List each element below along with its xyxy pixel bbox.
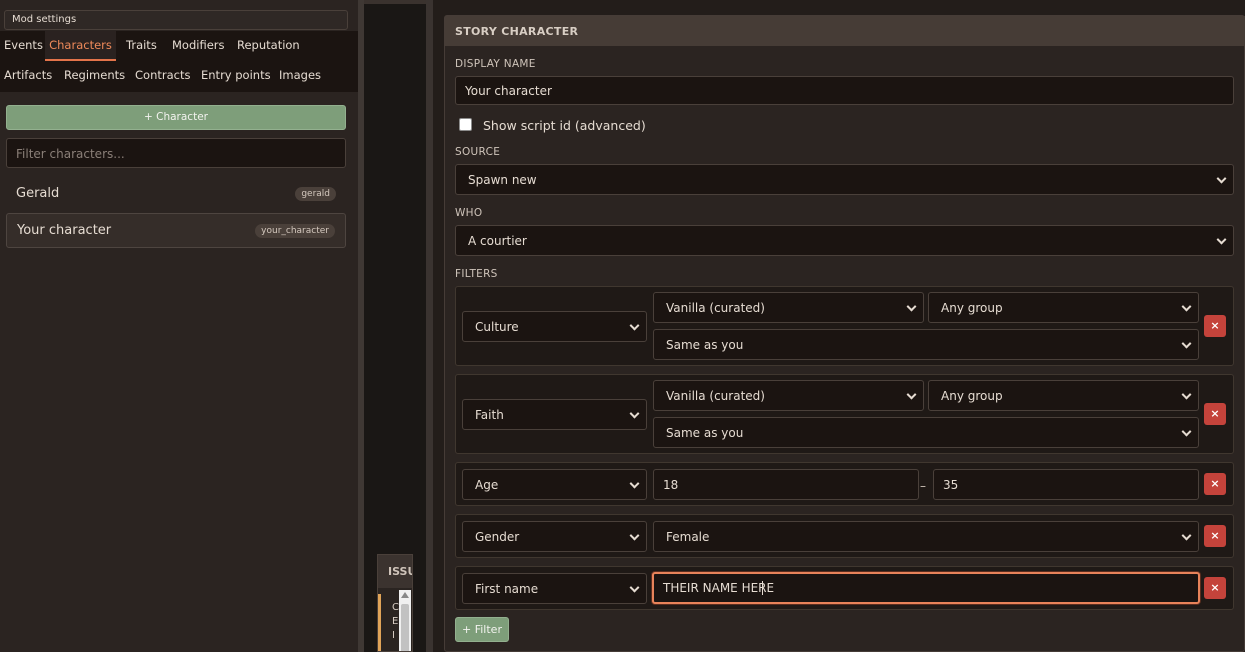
source-value: Spawn new (468, 172, 537, 187)
age-min-input[interactable]: 18 (653, 469, 919, 500)
gender-value: Female (666, 529, 710, 544)
character-name: Your character (17, 223, 112, 238)
text-cursor (762, 581, 763, 595)
who-value: A courtier (468, 233, 527, 248)
show-script-id-checkbox[interactable] (459, 118, 472, 131)
scroll-up-icon[interactable] (401, 592, 409, 598)
character-id-badge: gerald (295, 187, 336, 201)
filter-type-select[interactable]: Culture (462, 311, 647, 342)
faith-relation-select[interactable]: Same as you (653, 417, 1199, 448)
chevron-down-icon (906, 389, 917, 400)
filter-type-value: Age (475, 477, 499, 492)
chevron-down-icon (629, 582, 640, 593)
first-name-input[interactable]: THEIR NAME HERE (652, 572, 1200, 604)
add-filter-button[interactable]: + Filter (455, 617, 509, 642)
show-script-id-label[interactable]: Show script id (advanced) (483, 118, 646, 133)
remove-filter-button[interactable]: × (1204, 473, 1226, 495)
chevron-down-icon (629, 320, 640, 331)
culture-group-select[interactable]: Any group (928, 292, 1199, 323)
chevron-down-icon (1181, 389, 1192, 400)
tab-artifacts[interactable]: Artifacts (4, 61, 52, 91)
remove-filter-button[interactable]: × (1204, 525, 1226, 547)
character-name: Gerald (16, 186, 60, 201)
chevron-down-icon (629, 530, 640, 541)
tab-regiments[interactable]: Regiments (64, 61, 125, 91)
faith-group-select[interactable]: Any group (928, 380, 1199, 411)
faith-group-value: Any group (941, 388, 1003, 403)
display-name-value: Your character (465, 83, 552, 98)
remove-filter-button[interactable]: × (1204, 403, 1226, 425)
faith-set-value: Vanilla (curated) (666, 388, 765, 403)
middle-pane-top-border (364, 0, 426, 4)
filter-type-value: First name (475, 581, 539, 596)
character-id-badge: your_character (255, 224, 335, 238)
first-name-value: THEIR NAME HERE (663, 581, 775, 595)
who-label: WHO (455, 207, 483, 219)
culture-set-value: Vanilla (curated) (666, 300, 765, 315)
display-name-input[interactable]: Your character (455, 76, 1234, 105)
filter-type-select[interactable]: Gender (462, 521, 647, 552)
source-select[interactable]: Spawn new (455, 164, 1234, 195)
filter-type-select[interactable]: Faith (462, 399, 647, 430)
tab-contracts[interactable]: Contracts (135, 61, 190, 91)
tab-traits[interactable]: Traits (126, 31, 157, 61)
age-max-value: 35 (943, 477, 959, 492)
tab-entry-points[interactable]: Entry points (201, 61, 271, 91)
scrollbar-thumb[interactable] (401, 604, 409, 651)
filter-type-select[interactable]: Age (462, 469, 647, 500)
mod-settings-button[interactable]: Mod settings (4, 10, 348, 30)
source-label: SOURCE (455, 146, 501, 158)
editor-splitter[interactable] (426, 0, 433, 652)
chevron-down-icon (629, 478, 640, 489)
tab-reputation[interactable]: Reputation (237, 31, 300, 61)
tab-events[interactable]: Events (0, 31, 45, 61)
remove-filter-button[interactable]: × (1204, 315, 1226, 337)
chevron-down-icon (906, 301, 917, 312)
tab-bar-row-1: Events Characters Traits Modifiers Reput… (0, 31, 358, 61)
character-list-item-your-character[interactable]: Your character your_character (6, 213, 346, 248)
issues-scrollbar[interactable] (399, 590, 411, 651)
card-header: STORY CHARACTER (445, 16, 1245, 46)
remove-filter-button[interactable]: × (1204, 577, 1226, 599)
age-min-value: 18 (663, 477, 679, 492)
chevron-down-icon (1216, 173, 1227, 184)
culture-group-value: Any group (941, 300, 1003, 315)
culture-relation-select[interactable]: Same as you (653, 329, 1199, 360)
faith-relation-value: Same as you (666, 425, 744, 440)
culture-relation-value: Same as you (666, 337, 744, 352)
chevron-down-icon (1181, 426, 1192, 437)
issues-panel: ISSU C E I (377, 554, 413, 652)
faith-set-select[interactable]: Vanilla (curated) (653, 380, 924, 411)
chevron-down-icon (1216, 234, 1227, 245)
filter-type-value: Gender (475, 529, 520, 544)
issues-panel-header: ISSU (378, 555, 412, 588)
filter-characters-input[interactable]: Filter characters... (6, 138, 346, 168)
tab-modifiers[interactable]: Modifiers (172, 31, 225, 61)
filter-type-select[interactable]: First name (462, 573, 647, 604)
tab-images[interactable]: Images (279, 61, 321, 91)
age-max-input[interactable]: 35 (933, 469, 1199, 500)
add-character-button[interactable]: + Character (6, 105, 346, 130)
filters-label: FILTERS (455, 268, 498, 280)
culture-set-select[interactable]: Vanilla (curated) (653, 292, 924, 323)
tab-bar-row-2: Artifacts Regiments Contracts Entry poin… (0, 61, 358, 92)
filter-type-value: Culture (475, 319, 519, 334)
chevron-down-icon (1181, 530, 1192, 541)
display-name-label: DISPLAY NAME (455, 58, 536, 70)
tab-characters[interactable]: Characters (45, 31, 116, 61)
chevron-down-icon (1181, 301, 1192, 312)
chevron-down-icon (1181, 338, 1192, 349)
chevron-down-icon (629, 408, 640, 419)
filter-type-value: Faith (475, 407, 504, 422)
who-select[interactable]: A courtier (455, 225, 1234, 256)
character-list-item-gerald[interactable]: Gerald gerald (6, 177, 346, 212)
age-range-separator: – (920, 479, 926, 493)
sidebar: Mod settings Events Characters Traits Mo… (0, 0, 358, 652)
issue-warning-bar (378, 594, 381, 651)
gender-select[interactable]: Female (653, 521, 1199, 552)
